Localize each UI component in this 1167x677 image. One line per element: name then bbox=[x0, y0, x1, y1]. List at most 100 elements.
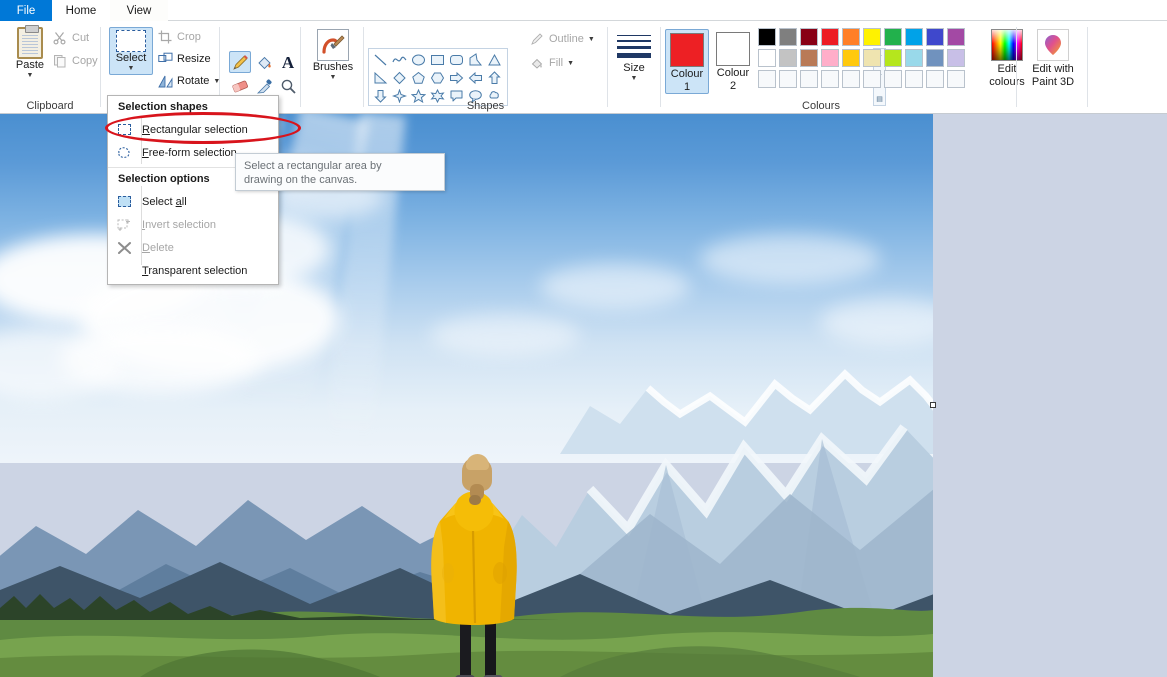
crop-label: Crop bbox=[177, 31, 201, 43]
colour-swatch-r2-c9[interactable] bbox=[926, 49, 944, 67]
colour-swatch-r1-c7[interactable] bbox=[884, 28, 902, 46]
colour-palette-row bbox=[758, 49, 965, 67]
menu-item-select-all[interactable]: Select all bbox=[108, 190, 278, 213]
tab-file[interactable]: File bbox=[0, 0, 52, 21]
shape-right-arrow[interactable] bbox=[447, 69, 466, 87]
ribbon-group-brushes: Brushes ▼ Brushes bbox=[301, 21, 363, 114]
colour-palette-row bbox=[758, 70, 965, 88]
copy-icon bbox=[52, 53, 68, 69]
colour-swatch-r1-c9[interactable] bbox=[926, 28, 944, 46]
menu-item-delete[interactable]: Delete bbox=[108, 236, 278, 259]
ribbon-group-size: Size ▼ Size bbox=[608, 21, 660, 114]
colour-swatch-r3-c8[interactable] bbox=[905, 70, 923, 88]
pencil-tool[interactable] bbox=[229, 51, 251, 73]
colour-2-button[interactable]: Colour 2 bbox=[711, 29, 755, 92]
canvas-resize-handle-right[interactable] bbox=[930, 402, 936, 408]
brushes-button[interactable]: Brushes ▼ bbox=[311, 29, 355, 81]
colour-swatch-r1-c1[interactable] bbox=[758, 28, 776, 46]
resize-button[interactable]: Resize bbox=[157, 51, 211, 67]
eraser-tool[interactable] bbox=[229, 75, 251, 97]
shape-polygon[interactable] bbox=[466, 51, 485, 69]
select-button[interactable]: Select ▼ bbox=[109, 27, 153, 75]
rotate-button[interactable]: Rotate ▼ bbox=[157, 73, 220, 89]
menu-item-rectangular-selection[interactable]: Rectangular selection bbox=[108, 118, 278, 141]
brushes-dropdown-caret[interactable]: ▼ bbox=[330, 74, 337, 81]
text-tool[interactable]: A bbox=[277, 51, 299, 73]
paste-dropdown-caret[interactable]: ▼ bbox=[27, 72, 34, 79]
colour-swatch-r2-c8[interactable] bbox=[905, 49, 923, 67]
size-dropdown-caret[interactable]: ▼ bbox=[631, 75, 638, 82]
colour-swatch-r3-c1[interactable] bbox=[758, 70, 776, 88]
colour-swatch-r3-c10[interactable] bbox=[947, 70, 965, 88]
shapes-gallery[interactable] bbox=[368, 48, 508, 106]
outline-label: Outline bbox=[549, 33, 584, 45]
shape-left-arrow[interactable] bbox=[466, 69, 485, 87]
group-label-clipboard: Clipboard bbox=[26, 100, 74, 112]
colour-palette[interactable] bbox=[758, 28, 965, 91]
paste-button[interactable]: Paste ▼ bbox=[8, 25, 52, 79]
tab-view[interactable]: View bbox=[110, 0, 168, 21]
resize-icon bbox=[157, 51, 173, 67]
colour-2-number: 2 bbox=[729, 80, 737, 92]
brushes-label: Brushes bbox=[312, 61, 354, 73]
shape-right-triangle[interactable] bbox=[371, 69, 390, 87]
colour-swatch-r1-c2[interactable] bbox=[779, 28, 797, 46]
colour-swatch-r3-c6[interactable] bbox=[863, 70, 881, 88]
shape-rectangle[interactable] bbox=[428, 51, 447, 69]
menu-item-transparent-selection[interactable]: Transparent selection bbox=[108, 259, 278, 282]
colour-swatch-r2-c10[interactable] bbox=[947, 49, 965, 67]
tab-home-label: Home bbox=[65, 4, 97, 17]
colour-swatch-r2-c7[interactable] bbox=[884, 49, 902, 67]
colour-swatch-r1-c4[interactable] bbox=[821, 28, 839, 46]
colour-picker-tool[interactable] bbox=[253, 75, 275, 97]
shape-rounded-rectangle[interactable] bbox=[447, 51, 466, 69]
colour-swatch-r1-c10[interactable] bbox=[947, 28, 965, 46]
shape-up-arrow[interactable] bbox=[485, 69, 504, 87]
outline-dropdown-caret[interactable]: ▼ bbox=[588, 36, 595, 43]
shape-pentagon[interactable] bbox=[409, 69, 428, 87]
colour-swatch-r3-c3[interactable] bbox=[800, 70, 818, 88]
colour-swatch-r3-c4[interactable] bbox=[821, 70, 839, 88]
colour-swatch-r2-c6[interactable] bbox=[863, 49, 881, 67]
colour-swatch-r1-c3[interactable] bbox=[800, 28, 818, 46]
edit-with-paint-3d-button[interactable]: Edit with Paint 3D bbox=[1025, 29, 1081, 88]
copy-button[interactable]: Copy bbox=[52, 53, 98, 69]
colour-swatch-r1-c5[interactable] bbox=[842, 28, 860, 46]
shape-oval[interactable] bbox=[409, 51, 428, 69]
cut-button[interactable]: Cut bbox=[52, 30, 89, 46]
colour-swatch-r3-c5[interactable] bbox=[842, 70, 860, 88]
colour-swatch-r2-c1[interactable] bbox=[758, 49, 776, 67]
shape-outline-button[interactable]: Outline ▼ bbox=[529, 31, 595, 47]
shape-line[interactable] bbox=[371, 51, 390, 69]
shape-triangle[interactable] bbox=[485, 51, 504, 69]
ribbon-group-shapes: ▲ ▼ ▤ Outline ▼ Fill ▼ Shapes bbox=[364, 21, 886, 114]
size-button[interactable]: Size ▼ bbox=[617, 35, 651, 82]
copy-label: Copy bbox=[72, 55, 98, 67]
colour-swatch-r3-c7[interactable] bbox=[884, 70, 902, 88]
crop-button[interactable]: Crop bbox=[157, 29, 201, 45]
shape-diamond[interactable] bbox=[390, 69, 409, 87]
colour-swatch-r3-c2[interactable] bbox=[779, 70, 797, 88]
shape-fill-button[interactable]: Fill ▼ bbox=[529, 55, 574, 71]
tooltip-line-1: Select a rectangular area by bbox=[244, 160, 382, 172]
colour-swatch-r2-c3[interactable] bbox=[800, 49, 818, 67]
colour-swatch-r1-c6[interactable] bbox=[863, 28, 881, 46]
select-dropdown-caret[interactable]: ▼ bbox=[128, 65, 135, 72]
shape-hexagon[interactable] bbox=[428, 69, 447, 87]
colour-1-button[interactable]: Colour 1 bbox=[665, 29, 709, 94]
tooltip-rectangular-selection: Select a rectangular area by drawing on … bbox=[235, 153, 445, 191]
colour-swatch-r2-c2[interactable] bbox=[779, 49, 797, 67]
colour-swatch-r2-c5[interactable] bbox=[842, 49, 860, 67]
colour-swatch-r3-c9[interactable] bbox=[926, 70, 944, 88]
resize-label: Resize bbox=[177, 53, 211, 65]
fill-dropdown-caret[interactable]: ▼ bbox=[567, 60, 574, 67]
fill-with-colour-tool[interactable] bbox=[253, 51, 275, 73]
tab-home[interactable]: Home bbox=[52, 0, 110, 21]
ribbon-tabstrip: File Home View bbox=[0, 0, 1167, 21]
magnifier-tool[interactable] bbox=[277, 75, 299, 97]
menu-item-invert-selection[interactable]: Invert selection bbox=[108, 213, 278, 236]
colour-swatch-r1-c8[interactable] bbox=[905, 28, 923, 46]
colour-1-swatch bbox=[670, 33, 704, 67]
colour-swatch-r2-c4[interactable] bbox=[821, 49, 839, 67]
shape-curve[interactable] bbox=[390, 51, 409, 69]
